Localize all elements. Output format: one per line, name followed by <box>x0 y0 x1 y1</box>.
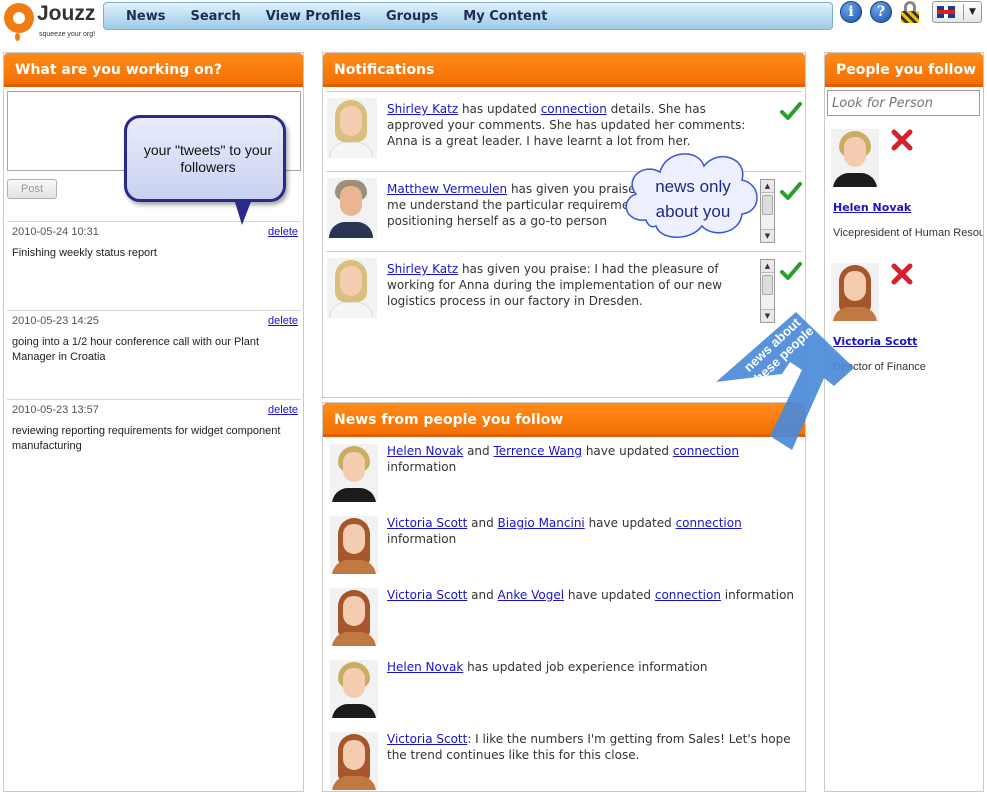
news-mid: have updated <box>584 516 676 530</box>
tweet-text: Finishing weekly status report <box>12 247 157 259</box>
tweet-delete-link[interactable]: delete <box>268 226 298 238</box>
post-button[interactable]: Post <box>7 179 57 199</box>
nav-news[interactable]: News <box>126 9 165 24</box>
news-connector: and <box>467 588 498 602</box>
news-mid: have updated <box>564 588 655 602</box>
people-arrow-callout: news about these people <box>706 312 866 462</box>
help-icon[interactable]: ? <box>870 1 892 23</box>
unfollow-x-icon[interactable] <box>891 129 913 151</box>
person-link[interactable]: Helen Novak <box>387 444 463 458</box>
tweet-text: reviewing reporting requirements for wid… <box>12 425 281 452</box>
news-connector: and <box>467 516 498 530</box>
news-post: information <box>720 588 795 602</box>
nav-view-profiles[interactable]: View Profiles <box>266 9 361 24</box>
news-text: Helen Novak has updated job experience i… <box>387 659 797 675</box>
approve-check-icon[interactable] <box>780 100 802 122</box>
language-select[interactable]: ▼ <box>932 1 982 23</box>
person-link[interactable]: Victoria Scott <box>387 588 467 602</box>
avatar <box>330 588 378 646</box>
tweets-callout-text: your "tweets" to your followers <box>143 142 273 175</box>
news-text: Victoria Scott and Biagio Mancini have u… <box>387 515 797 547</box>
tweet-date: 2010-05-24 10:31 <box>12 226 99 238</box>
logo-drop-icon <box>15 33 20 41</box>
top-icons: i ? ▼ <box>840 1 982 23</box>
person-link[interactable]: Shirley Katz <box>387 262 458 276</box>
tweet-delete-link[interactable]: delete <box>268 404 298 416</box>
connection-link[interactable]: connection <box>541 102 607 116</box>
jouzz-logo[interactable]: Jouzz squeeze your org! <box>2 0 102 44</box>
nav-my-content[interactable]: My Content <box>463 9 547 24</box>
avatar <box>327 98 377 158</box>
uk-flag-icon <box>937 6 955 18</box>
news-text: Victoria Scott: I like the numbers I'm g… <box>387 731 797 763</box>
notification-pre: has updated <box>458 102 541 116</box>
nav-search[interactable]: Search <box>190 9 240 24</box>
approve-check-icon[interactable] <box>780 260 802 282</box>
tweet-item: 2010-05-24 10:31 delete Finishing weekly… <box>7 221 301 310</box>
avatar <box>330 444 378 502</box>
person-link[interactable]: Anke Vogel <box>498 588 565 602</box>
avatar <box>330 660 378 718</box>
cloud-callout-text: news only about you <box>655 177 731 221</box>
news-post: information <box>387 460 457 474</box>
notification-text: Shirley Katz has given you praise: I had… <box>387 261 762 309</box>
person-link[interactable]: Shirley Katz <box>387 102 458 116</box>
tweet-date: 2010-05-23 14:25 <box>12 315 99 327</box>
tweet-item: 2010-05-23 13:57 delete reviewing report… <box>7 399 301 488</box>
main-nav: News Search View Profiles Groups My Cont… <box>103 2 833 30</box>
avatar <box>330 516 378 574</box>
tweets-callout: your "tweets" to your followers <box>124 115 286 202</box>
nav-groups[interactable]: Groups <box>386 9 438 24</box>
news-post: information <box>387 532 457 546</box>
logo-name: Jouzz <box>37 2 96 25</box>
person-link[interactable]: Biagio Mancini <box>498 516 585 530</box>
tweet-date: 2010-05-23 13:57 <box>12 404 99 416</box>
person-job-title: Vicepresident of Human Resources <box>833 227 983 239</box>
news-cloud-callout: news only about you <box>616 142 766 242</box>
status-panel-title: What are you working on? <box>4 53 303 87</box>
person-link[interactable]: Victoria Scott <box>387 516 467 530</box>
news-connector: and <box>463 444 494 458</box>
news-item: Helen Novak has updated job experience i… <box>326 657 802 729</box>
news-mid: has updated job experience information <box>463 660 708 674</box>
person-name-link[interactable]: Helen Novak <box>833 201 911 214</box>
person-link[interactable]: Victoria Scott <box>387 732 467 746</box>
unfollow-x-icon[interactable] <box>891 263 913 285</box>
connection-link[interactable]: connection <box>655 588 721 602</box>
avatar <box>330 732 378 790</box>
person-search-input[interactable] <box>827 90 980 116</box>
tweet-item: 2010-05-23 14:25 delete going into a 1/2… <box>7 310 301 399</box>
news-item: Victoria Scott and Biagio Mancini have u… <box>326 513 802 585</box>
person-link[interactable]: Helen Novak <box>387 660 463 674</box>
tweets-callout-tail <box>234 199 252 225</box>
avatar[interactable] <box>831 129 879 187</box>
news-text: Victoria Scott and Anke Vogel have updat… <box>387 587 797 603</box>
avatar <box>327 258 377 318</box>
chevron-down-icon: ▼ <box>969 7 976 17</box>
info-icon[interactable]: i <box>840 1 862 23</box>
logo-mark-icon <box>4 3 34 33</box>
tweet-delete-link[interactable]: delete <box>268 315 298 327</box>
following-title: People you follow <box>825 53 983 87</box>
lock-icon[interactable] <box>900 1 920 23</box>
approve-check-icon[interactable] <box>780 180 802 202</box>
news-item: Victoria Scott: I like the numbers I'm g… <box>326 729 802 792</box>
person-link[interactable]: Matthew Vermeulen <box>387 182 507 196</box>
news-item: Victoria Scott and Anke Vogel have updat… <box>326 585 802 657</box>
logo-tagline: squeeze your org! <box>39 31 96 38</box>
notifications-title: Notifications <box>323 53 805 87</box>
tweet-text: going into a 1/2 hour conference call wi… <box>12 336 260 363</box>
person-link[interactable]: Terrence Wang <box>493 444 582 458</box>
avatar <box>327 178 377 238</box>
news-mid: have updated <box>582 444 673 458</box>
connection-link[interactable]: connection <box>676 516 742 530</box>
